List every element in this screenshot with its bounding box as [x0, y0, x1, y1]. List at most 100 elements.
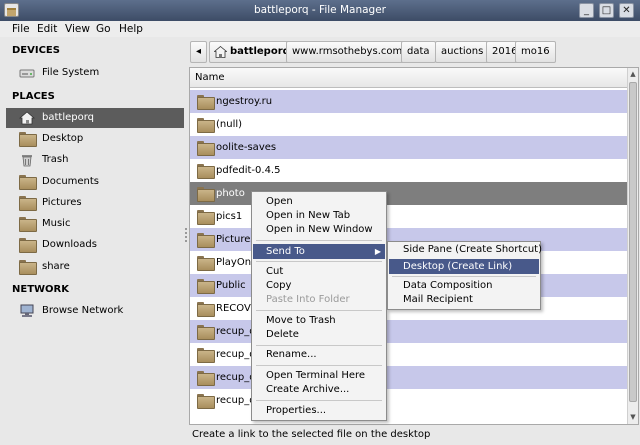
- menu-item-open-new-window[interactable]: Open in New Window: [266, 224, 373, 235]
- vertical-scrollbar[interactable]: ▲ ▼: [627, 68, 638, 424]
- sidebar-item-share[interactable]: share: [6, 257, 184, 277]
- network-icon: [19, 304, 35, 318]
- file-name: photo: [216, 188, 245, 199]
- menu-item-open-terminal[interactable]: Open Terminal Here: [266, 370, 365, 381]
- folder-icon: [197, 233, 215, 248]
- file-row[interactable]: (null): [190, 113, 628, 136]
- menu-view[interactable]: View: [65, 23, 90, 35]
- sidebar-item-music[interactable]: Music: [6, 214, 184, 234]
- scroll-down-arrow-icon[interactable]: ▼: [628, 411, 638, 423]
- menu-item-rename[interactable]: Rename...: [266, 349, 317, 360]
- menu-separator: [256, 240, 382, 241]
- folder-icon: [197, 394, 215, 409]
- home-icon: [18, 111, 36, 125]
- sidebar-item-file-system[interactable]: File System: [6, 63, 184, 83]
- sidebar-item-battleporq[interactable]: battleporq: [6, 108, 184, 128]
- folder-icon: [19, 217, 37, 232]
- submenu-item-desktop-link[interactable]: Desktop (Create Link): [389, 259, 539, 274]
- minimize-button[interactable]: _: [579, 3, 594, 18]
- sidebar: DEVICES File System PLACES battleporq De…: [0, 38, 186, 428]
- sidebar-item-label: Desktop: [42, 133, 84, 144]
- devices-header: DEVICES: [12, 45, 60, 56]
- status-text: Create a link to the selected file on th…: [192, 429, 431, 440]
- submenu-item-mail-recipient[interactable]: Mail Recipient: [403, 294, 473, 305]
- path-crumb-label: battleporq: [230, 46, 290, 57]
- path-crumb[interactable]: www.rmsothebys.com: [286, 41, 409, 63]
- folder-icon: [197, 164, 215, 179]
- path-crumb-battleporq[interactable]: battleporq: [209, 41, 296, 63]
- sidebar-item-label: Music: [42, 218, 71, 229]
- sidebar-item-downloads[interactable]: Downloads: [6, 235, 184, 255]
- menu-item-send-to[interactable]: Send To ▶: [253, 244, 385, 259]
- drive-icon: [19, 66, 35, 80]
- folder-icon: [197, 348, 215, 363]
- column-header-label: Name: [195, 72, 225, 83]
- menu-item-paste-into-folder: Paste Into Folder: [266, 294, 350, 305]
- menu-item-move-to-trash[interactable]: Move to Trash: [266, 315, 336, 326]
- file-name: recup_d: [216, 372, 256, 383]
- folder-icon: [197, 371, 215, 386]
- submenu-item-side-pane[interactable]: Side Pane (Create Shortcut): [403, 244, 542, 255]
- trash-icon: [19, 153, 35, 167]
- close-button[interactable]: ✕: [619, 3, 634, 18]
- folder-icon: [197, 325, 215, 340]
- file-row[interactable]: oolite-saves: [190, 136, 628, 159]
- menu-item-open-new-tab[interactable]: Open in New Tab: [266, 210, 350, 221]
- folder-icon: [197, 118, 215, 133]
- status-bar: Create a link to the selected file on th…: [189, 427, 639, 445]
- sidebar-item-label: Browse Network: [42, 305, 124, 316]
- folder-icon: [197, 141, 215, 156]
- sidebar-item-browse-network[interactable]: Browse Network: [6, 301, 184, 321]
- menu-help[interactable]: Help: [119, 23, 143, 35]
- menu-edit[interactable]: Edit: [37, 23, 57, 35]
- title-bar: battleporq - File Manager _ □ ✕: [0, 0, 640, 21]
- menu-item-create-archive[interactable]: Create Archive...: [266, 384, 349, 395]
- menu-item-delete[interactable]: Delete: [266, 329, 299, 340]
- home-icon: [214, 46, 227, 58]
- send-to-submenu: Side Pane (Create Shortcut) Desktop (Cre…: [387, 241, 542, 310]
- file-row[interactable]: pdfedit-0.4.5: [190, 159, 628, 182]
- maximize-button[interactable]: □: [599, 3, 614, 18]
- desktop-icon: [19, 132, 37, 147]
- file-name: recup_d: [216, 349, 256, 360]
- sidebar-item-trash[interactable]: Trash: [6, 150, 184, 170]
- scrollbar-thumb[interactable]: [629, 82, 637, 402]
- column-header-name[interactable]: Name: [190, 68, 628, 88]
- menu-item-cut[interactable]: Cut: [266, 266, 283, 277]
- file-name: pics1: [216, 211, 243, 222]
- menu-separator: [256, 365, 382, 366]
- menu-go[interactable]: Go: [96, 23, 111, 35]
- path-back-button[interactable]: ◂: [190, 41, 207, 63]
- file-row[interactable]: ngestroy.ru: [190, 90, 628, 113]
- submenu-item-data-composition[interactable]: Data Composition: [403, 280, 493, 291]
- menu-file[interactable]: File: [12, 23, 30, 35]
- menu-item-label: Send To: [266, 246, 305, 257]
- folder-icon: [197, 279, 215, 294]
- sidebar-item-pictures[interactable]: Pictures: [6, 193, 184, 213]
- sidebar-item-label: Downloads: [42, 239, 97, 250]
- path-crumb[interactable]: mo16: [515, 41, 556, 63]
- folder-icon: [19, 260, 37, 275]
- folder-icon: [19, 175, 37, 190]
- sidebar-item-label: Pictures: [42, 197, 82, 208]
- scroll-up-arrow-icon[interactable]: ▲: [628, 68, 638, 80]
- sidebar-item-label: battleporq: [42, 112, 94, 123]
- folder-icon: [197, 95, 215, 110]
- file-name: (null): [216, 119, 243, 130]
- sidebar-item-desktop[interactable]: Desktop: [6, 129, 184, 149]
- sidebar-item-documents[interactable]: Documents: [6, 172, 184, 192]
- menu-item-open[interactable]: Open: [266, 196, 293, 207]
- path-crumb[interactable]: data: [401, 41, 436, 63]
- menu-item-properties[interactable]: Properties...: [266, 405, 326, 416]
- folder-icon: [197, 210, 215, 225]
- window-title: battleporq - File Manager: [254, 4, 386, 16]
- menu-item-copy[interactable]: Copy: [266, 280, 291, 291]
- sidebar-item-label: Documents: [42, 176, 100, 187]
- path-crumb[interactable]: auctions: [435, 41, 490, 63]
- folder-icon: [197, 187, 215, 202]
- pane-resize-handle[interactable]: [185, 228, 188, 244]
- folder-icon: [19, 196, 37, 211]
- menu-separator: [256, 400, 382, 401]
- menu-separator: [256, 345, 382, 346]
- file-name: pdfedit-0.4.5: [216, 165, 281, 176]
